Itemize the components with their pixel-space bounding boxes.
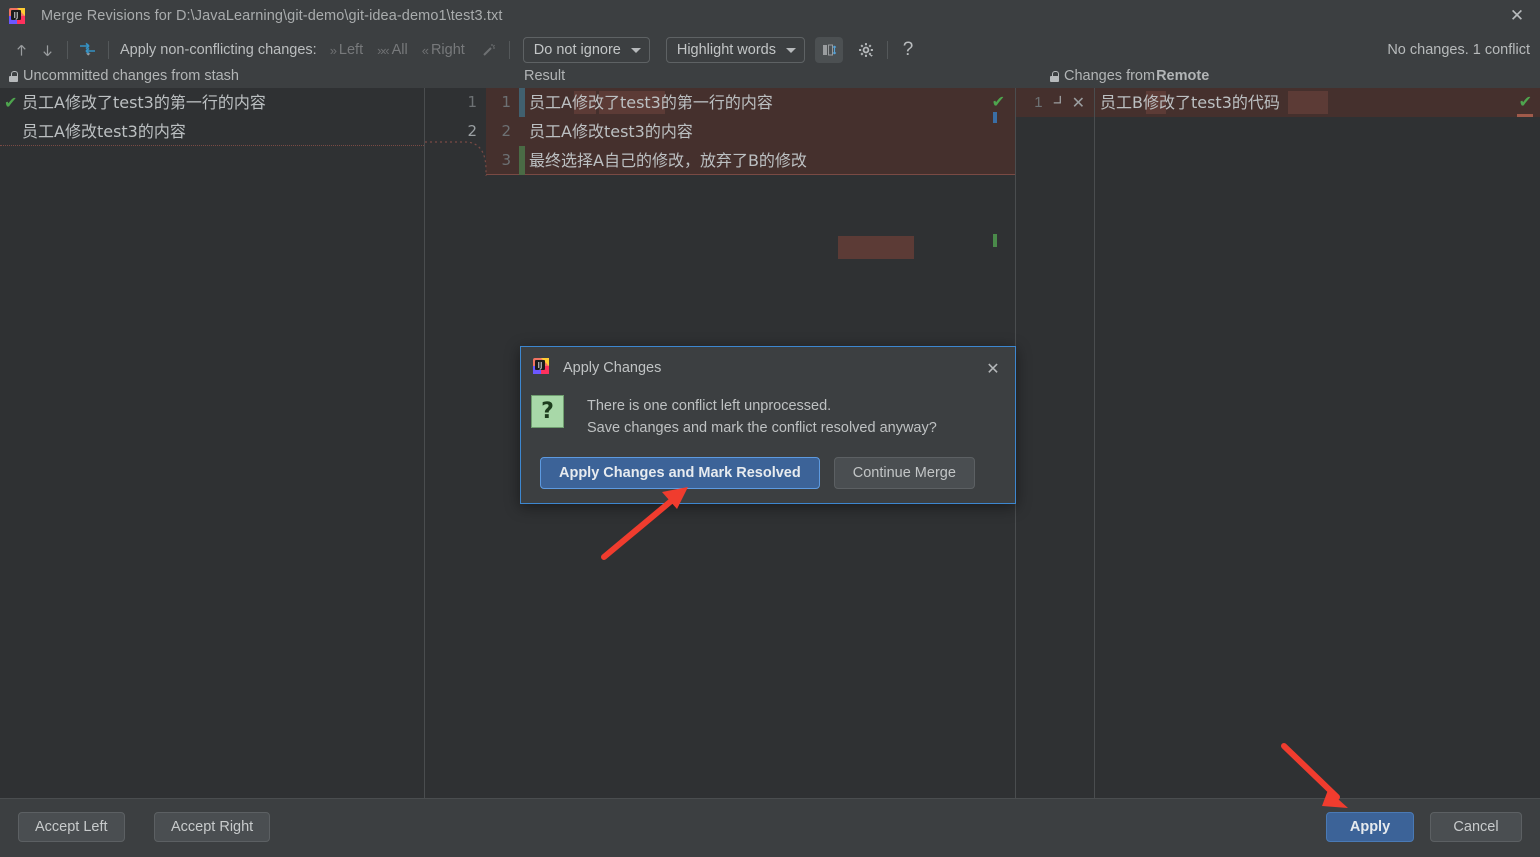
left-gutter: ✔: [0, 88, 22, 798]
merge-revisions-window: IJ Merge Revisions for D:\JavaLearning\g…: [0, 0, 1540, 857]
diff-status: No changes. 1 conflict: [1387, 32, 1530, 68]
revert-change-icon[interactable]: ✕: [1072, 93, 1085, 113]
result-right-linenumbers: 1 2 3: [486, 88, 519, 798]
apply-right-label: Right: [431, 42, 465, 58]
change-marker-mid: [519, 117, 525, 146]
apply-left-link[interactable]: » Left: [330, 42, 363, 58]
apply-right-link[interactable]: « Right: [422, 42, 465, 58]
apply-non-conflicting-label: Apply non-conflicting changes:: [120, 42, 317, 58]
right-pane-title-strong: Remote: [1156, 68, 1209, 84]
apply-non-conflicting-icon[interactable]: [75, 37, 101, 63]
right-line-actions[interactable]: 1 ✕: [1016, 88, 1091, 117]
left-pane-title: Uncommitted changes from stash: [9, 68, 239, 84]
dialog-title-bar: IJ Apply Changes: [521, 347, 1015, 389]
toolbar-divider-4: [887, 41, 888, 59]
toolbar-divider: [67, 41, 68, 59]
left-text-body[interactable]: 员工A修改了test3的第一行的内容 员工A修改test3的内容: [22, 88, 424, 146]
dialog-message-line-2: Save changes and mark the conflict resol…: [587, 417, 937, 439]
window-title: Merge Revisions for D:\JavaLearning\git-…: [41, 8, 502, 24]
left-line-1: 员工A修改了test3的第一行的内容: [22, 88, 424, 117]
left-line-2: 员工A修改test3的内容: [22, 117, 424, 146]
result-text-body[interactable]: 员工A修改了test3的第一行的内容 员工A修改test3的内容 最终选择A自己…: [529, 88, 1015, 175]
apply-left-label: Left: [339, 42, 363, 58]
result-pane-title-label: Result: [524, 68, 565, 84]
magic-wand-icon[interactable]: [476, 37, 502, 63]
dialog-close-icon[interactable]: ✕: [981, 357, 1005, 381]
question-icon: ?: [531, 395, 564, 428]
dialog-body: ? There is one conflict left unprocessed…: [521, 389, 1015, 439]
chevron-right-double-icon: »: [330, 43, 335, 58]
ignore-policy-value: Do not ignore: [534, 42, 621, 58]
pane-headers: Uncommitted changes from stash Result Ch…: [0, 68, 1540, 88]
chevron-down-icon-2: [786, 48, 796, 53]
ignore-policy-select[interactable]: Do not ignore: [523, 37, 650, 63]
right-gutter: 1 ✕: [1016, 88, 1091, 798]
title-bar: IJ Merge Revisions for D:\JavaLearning\g…: [0, 0, 1540, 32]
highlight-policy-value: Highlight words: [677, 42, 776, 58]
right-line-1: 员工B修改了test3的代码: [1100, 88, 1540, 117]
svg-text:IJ: IJ: [14, 11, 19, 20]
result-gutter-right-1: 1: [486, 88, 519, 117]
dialog-app-icon: IJ: [533, 358, 549, 379]
apply-all-link[interactable]: »« All: [377, 42, 408, 58]
toolbar-divider-2: [108, 41, 109, 59]
lock-icon-2: [1050, 71, 1059, 82]
chevron-both-icon: »«: [377, 43, 387, 58]
result-left-linenumbers: 1 2: [425, 88, 485, 798]
scroll-marker-blue: [993, 112, 997, 123]
gear-icon[interactable]: [853, 37, 879, 63]
highlight-policy-select[interactable]: Highlight words: [666, 37, 805, 63]
arrow-up-icon[interactable]: [8, 37, 34, 63]
result-gutter-left-1: 1: [425, 88, 485, 117]
chevron-left-double-icon: «: [422, 43, 427, 58]
apply-changes-and-mark-resolved-button[interactable]: Apply Changes and Mark Resolved: [540, 457, 820, 489]
accept-right-button[interactable]: Accept Right: [154, 812, 270, 842]
dialog-buttons: Apply Changes and Mark Resolved Continue…: [540, 457, 975, 489]
cancel-button[interactable]: Cancel: [1430, 812, 1522, 842]
change-marker-left: [519, 88, 525, 117]
right-gutter-linenumber: 1: [1034, 94, 1042, 111]
close-icon[interactable]: ✕: [1494, 0, 1540, 32]
arrow-down-icon[interactable]: [34, 37, 60, 63]
toolbar: Apply non-conflicting changes: » Left »«…: [0, 32, 1540, 68]
word-highlight-3: [838, 236, 914, 259]
dialog-message-line-1: There is one conflict left unprocessed.: [587, 395, 937, 417]
continue-merge-button[interactable]: Continue Merge: [834, 457, 975, 489]
collapse-unchanged-icon[interactable]: [815, 37, 843, 63]
dialog-message: There is one conflict left unprocessed. …: [587, 395, 937, 439]
right-pane-title-prefix: Changes from: [1064, 68, 1155, 84]
chevron-down-icon: [631, 48, 641, 53]
change-marker-right: [519, 146, 525, 175]
svg-text:IJ: IJ: [538, 361, 543, 370]
left-editor-pane[interactable]: ✔ 员工A修改了test3的第一行的内容 员工A修改test3的内容: [0, 88, 424, 798]
result-gutter-left-2: 2: [425, 117, 485, 146]
accept-left-button[interactable]: Accept Left: [18, 812, 125, 842]
help-icon[interactable]: ?: [895, 37, 921, 63]
right-accept-mark[interactable]: ✔: [1519, 88, 1532, 117]
bottom-bar: Accept Left Accept Right Apply Cancel: [0, 798, 1540, 857]
result-line-1: 员工A修改了test3的第一行的内容: [529, 88, 1015, 117]
right-pane-title: Changes from Remote: [1050, 68, 1209, 84]
toolbar-divider-3: [509, 41, 510, 59]
left-pane-title-label: Uncommitted changes from stash: [23, 68, 239, 84]
result-line-2: 员工A修改test3的内容: [529, 117, 1015, 146]
result-gutter-right-3: 3: [486, 146, 519, 175]
right-gutter-divider: [1094, 88, 1095, 798]
right-editor-pane[interactable]: 1 ✕ 员工B修改了test3的代码 ✔: [1016, 88, 1540, 798]
result-line-3: 最终选择A自己的修改，放弃了B的修改: [529, 146, 1015, 175]
apply-button[interactable]: Apply: [1326, 812, 1414, 842]
result-gutter-right-2: 2: [486, 117, 519, 146]
intellij-idea-icon: IJ: [9, 8, 25, 24]
apply-change-icon[interactable]: [1050, 93, 1065, 112]
dialog-title: Apply Changes: [563, 360, 661, 376]
apply-changes-dialog: IJ Apply Changes ✕ ? There is one confli…: [520, 346, 1016, 504]
scroll-marker-green: [993, 234, 997, 247]
lock-icon: [9, 71, 18, 82]
left-accept-mark[interactable]: ✔: [0, 88, 22, 117]
result-pane-title: Result: [524, 68, 565, 84]
apply-all-label: All: [392, 42, 408, 58]
right-text-body[interactable]: 员工B修改了test3的代码: [1100, 88, 1540, 117]
right-scroll-marker: [1517, 114, 1533, 117]
